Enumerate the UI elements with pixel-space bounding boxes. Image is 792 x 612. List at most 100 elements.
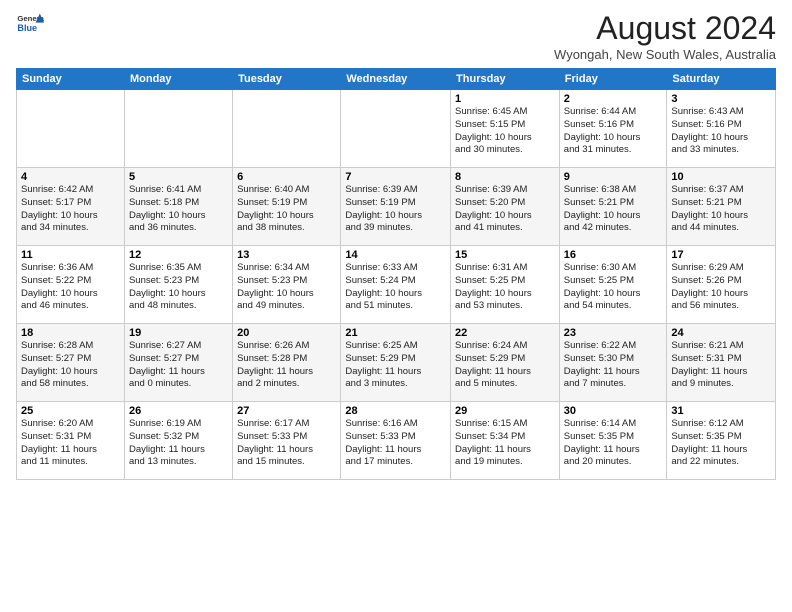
day-info: Sunrise: 6:21 AMSunset: 5:31 PMDaylight:… [671,340,771,391]
day-info: Sunrise: 6:43 AMSunset: 5:16 PMDaylight:… [671,106,771,157]
day-info: Sunrise: 6:28 AMSunset: 5:27 PMDaylight:… [21,340,120,391]
day-info: Sunrise: 6:26 AMSunset: 5:28 PMDaylight:… [237,340,336,391]
day-info: Sunrise: 6:37 AMSunset: 5:21 PMDaylight:… [671,184,771,235]
calendar-week-row: 18Sunrise: 6:28 AMSunset: 5:27 PMDayligh… [17,324,776,402]
day-number: 22 [455,327,555,339]
day-number: 16 [564,249,663,261]
calendar-cell: 25Sunrise: 6:20 AMSunset: 5:31 PMDayligh… [17,402,125,480]
calendar-cell: 19Sunrise: 6:27 AMSunset: 5:27 PMDayligh… [124,324,232,402]
col-sunday: Sunday [17,69,125,90]
calendar-cell [341,90,451,168]
calendar-cell: 4Sunrise: 6:42 AMSunset: 5:17 PMDaylight… [17,168,125,246]
day-number: 13 [237,249,336,261]
day-info: Sunrise: 6:25 AMSunset: 5:29 PMDaylight:… [345,340,446,391]
day-info: Sunrise: 6:36 AMSunset: 5:22 PMDaylight:… [21,262,120,313]
day-info: Sunrise: 6:16 AMSunset: 5:33 PMDaylight:… [345,418,446,469]
day-info: Sunrise: 6:44 AMSunset: 5:16 PMDaylight:… [564,106,663,157]
col-wednesday: Wednesday [341,69,451,90]
calendar-cell: 8Sunrise: 6:39 AMSunset: 5:20 PMDaylight… [451,168,560,246]
calendar-cell [124,90,232,168]
calendar-week-row: 11Sunrise: 6:36 AMSunset: 5:22 PMDayligh… [17,246,776,324]
calendar-cell: 11Sunrise: 6:36 AMSunset: 5:22 PMDayligh… [17,246,125,324]
day-number: 27 [237,405,336,417]
calendar-cell: 16Sunrise: 6:30 AMSunset: 5:25 PMDayligh… [559,246,667,324]
logo: General Blue [16,10,46,38]
day-number: 4 [21,171,120,183]
day-number: 5 [129,171,228,183]
day-number: 14 [345,249,446,261]
calendar-cell: 7Sunrise: 6:39 AMSunset: 5:19 PMDaylight… [341,168,451,246]
day-info: Sunrise: 6:17 AMSunset: 5:33 PMDaylight:… [237,418,336,469]
day-info: Sunrise: 6:29 AMSunset: 5:26 PMDaylight:… [671,262,771,313]
day-info: Sunrise: 6:39 AMSunset: 5:19 PMDaylight:… [345,184,446,235]
day-number: 31 [671,405,771,417]
day-number: 15 [455,249,555,261]
calendar-table: Sunday Monday Tuesday Wednesday Thursday… [16,68,776,480]
calendar-cell: 24Sunrise: 6:21 AMSunset: 5:31 PMDayligh… [667,324,776,402]
calendar-cell: 22Sunrise: 6:24 AMSunset: 5:29 PMDayligh… [451,324,560,402]
day-info: Sunrise: 6:41 AMSunset: 5:18 PMDaylight:… [129,184,228,235]
day-info: Sunrise: 6:19 AMSunset: 5:32 PMDaylight:… [129,418,228,469]
col-thursday: Thursday [451,69,560,90]
day-number: 28 [345,405,446,417]
title-block: August 2024 Wyongah, New South Wales, Au… [554,10,776,62]
calendar-cell: 3Sunrise: 6:43 AMSunset: 5:16 PMDaylight… [667,90,776,168]
day-info: Sunrise: 6:15 AMSunset: 5:34 PMDaylight:… [455,418,555,469]
calendar-week-row: 25Sunrise: 6:20 AMSunset: 5:31 PMDayligh… [17,402,776,480]
calendar-cell: 1Sunrise: 6:45 AMSunset: 5:15 PMDaylight… [451,90,560,168]
day-number: 19 [129,327,228,339]
col-tuesday: Tuesday [233,69,341,90]
calendar-cell: 10Sunrise: 6:37 AMSunset: 5:21 PMDayligh… [667,168,776,246]
day-number: 30 [564,405,663,417]
calendar-cell: 28Sunrise: 6:16 AMSunset: 5:33 PMDayligh… [341,402,451,480]
day-number: 23 [564,327,663,339]
header: General Blue August 2024 Wyongah, New So… [16,10,776,62]
calendar-cell: 20Sunrise: 6:26 AMSunset: 5:28 PMDayligh… [233,324,341,402]
calendar-cell: 26Sunrise: 6:19 AMSunset: 5:32 PMDayligh… [124,402,232,480]
day-info: Sunrise: 6:24 AMSunset: 5:29 PMDaylight:… [455,340,555,391]
day-info: Sunrise: 6:40 AMSunset: 5:19 PMDaylight:… [237,184,336,235]
calendar-cell: 5Sunrise: 6:41 AMSunset: 5:18 PMDaylight… [124,168,232,246]
day-number: 21 [345,327,446,339]
day-info: Sunrise: 6:45 AMSunset: 5:15 PMDaylight:… [455,106,555,157]
calendar-cell: 23Sunrise: 6:22 AMSunset: 5:30 PMDayligh… [559,324,667,402]
day-number: 3 [671,93,771,105]
day-info: Sunrise: 6:27 AMSunset: 5:27 PMDaylight:… [129,340,228,391]
calendar-cell: 12Sunrise: 6:35 AMSunset: 5:23 PMDayligh… [124,246,232,324]
calendar-cell: 27Sunrise: 6:17 AMSunset: 5:33 PMDayligh… [233,402,341,480]
calendar-cell: 2Sunrise: 6:44 AMSunset: 5:16 PMDaylight… [559,90,667,168]
calendar-cell: 21Sunrise: 6:25 AMSunset: 5:29 PMDayligh… [341,324,451,402]
calendar-header-row: Sunday Monday Tuesday Wednesday Thursday… [17,69,776,90]
calendar-cell: 14Sunrise: 6:33 AMSunset: 5:24 PMDayligh… [341,246,451,324]
day-number: 8 [455,171,555,183]
day-info: Sunrise: 6:34 AMSunset: 5:23 PMDaylight:… [237,262,336,313]
calendar-cell: 29Sunrise: 6:15 AMSunset: 5:34 PMDayligh… [451,402,560,480]
day-number: 18 [21,327,120,339]
calendar-cell: 31Sunrise: 6:12 AMSunset: 5:35 PMDayligh… [667,402,776,480]
calendar-cell: 18Sunrise: 6:28 AMSunset: 5:27 PMDayligh… [17,324,125,402]
calendar-week-row: 1Sunrise: 6:45 AMSunset: 5:15 PMDaylight… [17,90,776,168]
calendar-cell: 9Sunrise: 6:38 AMSunset: 5:21 PMDaylight… [559,168,667,246]
month-title: August 2024 [554,10,776,47]
col-saturday: Saturday [667,69,776,90]
calendar-cell [17,90,125,168]
day-info: Sunrise: 6:22 AMSunset: 5:30 PMDaylight:… [564,340,663,391]
day-number: 24 [671,327,771,339]
calendar-cell: 6Sunrise: 6:40 AMSunset: 5:19 PMDaylight… [233,168,341,246]
day-number: 20 [237,327,336,339]
calendar-cell: 17Sunrise: 6:29 AMSunset: 5:26 PMDayligh… [667,246,776,324]
day-info: Sunrise: 6:35 AMSunset: 5:23 PMDaylight:… [129,262,228,313]
calendar-cell: 30Sunrise: 6:14 AMSunset: 5:35 PMDayligh… [559,402,667,480]
location: Wyongah, New South Wales, Australia [554,47,776,62]
day-number: 7 [345,171,446,183]
day-info: Sunrise: 6:31 AMSunset: 5:25 PMDaylight:… [455,262,555,313]
day-info: Sunrise: 6:39 AMSunset: 5:20 PMDaylight:… [455,184,555,235]
calendar-cell [233,90,341,168]
day-info: Sunrise: 6:14 AMSunset: 5:35 PMDaylight:… [564,418,663,469]
day-number: 25 [21,405,120,417]
day-number: 17 [671,249,771,261]
page: General Blue August 2024 Wyongah, New So… [0,0,792,612]
day-number: 6 [237,171,336,183]
col-friday: Friday [559,69,667,90]
calendar-week-row: 4Sunrise: 6:42 AMSunset: 5:17 PMDaylight… [17,168,776,246]
